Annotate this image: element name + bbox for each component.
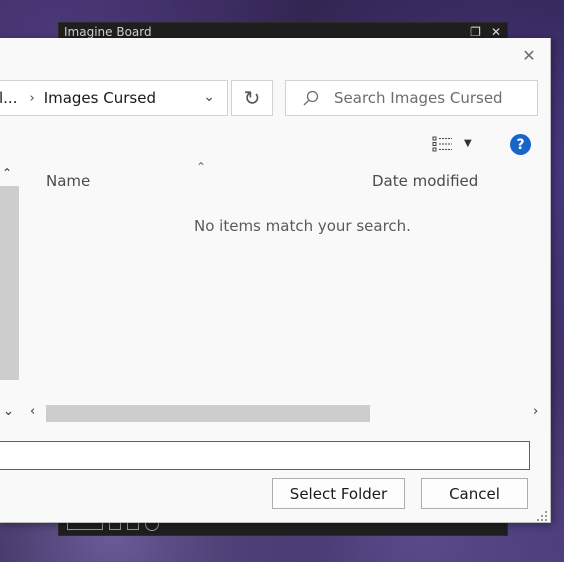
close-icon[interactable]: ✕ <box>491 25 501 39</box>
search-input[interactable] <box>334 89 504 107</box>
nav-expand-icon[interactable]: ⌄ <box>3 404 14 419</box>
address-bar[interactable]: l... › Images Cursed ⌄ <box>0 80 228 116</box>
dialog-close-button[interactable]: ✕ <box>520 48 538 64</box>
background-app-title: Imagine Board <box>64 25 152 39</box>
horizontal-scrollbar-thumb[interactable] <box>46 405 370 422</box>
help-button[interactable]: ? <box>510 134 531 155</box>
breadcrumb-current[interactable]: Images Cursed <box>44 89 156 107</box>
cancel-button[interactable]: Cancel <box>421 478 528 509</box>
scroll-right-icon[interactable]: › <box>533 404 538 419</box>
nav-scrollbar-thumb[interactable] <box>0 186 19 380</box>
nav-scroll-up-icon[interactable]: ⌃ <box>2 166 12 180</box>
search-box[interactable] <box>285 80 538 116</box>
address-dropdown-icon[interactable]: ⌄ <box>203 89 215 105</box>
empty-results-message: No items match your search. <box>194 217 411 235</box>
sort-indicator-icon: ⌃ <box>196 160 207 174</box>
folder-name-field[interactable] <box>0 441 530 470</box>
select-folder-button[interactable]: Select Folder <box>272 478 405 509</box>
view-options-icon[interactable] <box>432 136 454 152</box>
resize-grip-icon[interactable] <box>536 510 548 522</box>
folder-name-input[interactable] <box>0 442 529 469</box>
refresh-icon: ↻ <box>243 86 261 110</box>
refresh-button[interactable]: ↻ <box>231 80 273 116</box>
column-header-name[interactable]: Name <box>46 172 90 190</box>
view-dropdown-icon[interactable]: ▼ <box>464 138 472 149</box>
breadcrumb-separator-icon[interactable]: › <box>29 91 34 106</box>
scroll-left-icon[interactable]: ‹ <box>30 404 35 419</box>
column-header-date-modified[interactable]: Date modified <box>372 172 478 190</box>
restore-icon[interactable]: ❐ <box>470 25 481 39</box>
search-icon <box>303 90 319 106</box>
breadcrumb-previous[interactable]: l... <box>0 89 17 107</box>
